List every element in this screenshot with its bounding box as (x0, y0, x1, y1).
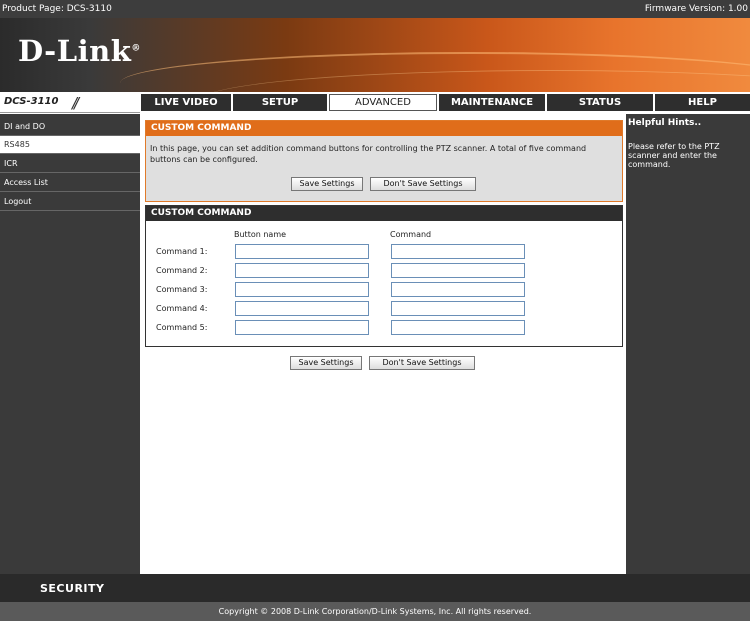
command-2-button-name-input[interactable] (235, 263, 369, 278)
save-settings-button[interactable]: Save Settings (290, 356, 362, 370)
command-1-button-name-input[interactable] (235, 244, 369, 259)
tab-advanced[interactable]: ADVANCED (329, 94, 437, 111)
command-3-button-name-input[interactable] (235, 282, 369, 297)
copyright-text: Copyright © 2008 D-Link Corporation/D-Li… (0, 602, 750, 621)
tab-help[interactable]: HELP (655, 94, 750, 111)
sidebar-item-logout[interactable]: Logout (0, 193, 140, 211)
tab-maintenance[interactable]: MAINTENANCE (439, 94, 545, 111)
dlink-logo: D-Link® (18, 34, 141, 68)
command-3-command-input[interactable] (391, 282, 525, 297)
helpful-hints-panel: Helpful Hints.. Please refer to the PTZ … (626, 114, 750, 574)
product-page-label: Product Page: DCS-3110 (2, 4, 112, 14)
custom-command-form-panel: CUSTOM COMMAND Button name Command Comma… (145, 205, 623, 347)
sidebar-item-di-and-do[interactable]: DI and DO (0, 118, 140, 136)
sidebar-item-icr[interactable]: ICR (0, 155, 140, 173)
column-header-command: Command (390, 230, 432, 239)
top-bar: Product Page: DCS-3110 Firmware Version:… (0, 0, 750, 18)
model-name: DCS-3110 (4, 96, 59, 107)
custom-command-intro-panel: CUSTOM COMMAND In this page, you can set… (145, 120, 623, 202)
firmware-version-label: Firmware Version: 1.00 (644, 4, 748, 14)
footer-bar: SECURITY (0, 574, 750, 602)
hints-title: Helpful Hints.. (628, 118, 702, 128)
tab-status[interactable]: STATUS (547, 94, 653, 111)
save-settings-button[interactable]: Save Settings (291, 177, 363, 191)
section-header: CUSTOM COMMAND (146, 121, 622, 136)
command-2-command-input[interactable] (391, 263, 525, 278)
command-5-button-name-input[interactable] (235, 320, 369, 335)
dont-save-settings-button[interactable]: Don't Save Settings (369, 356, 475, 370)
section-header: CUSTOM COMMAND (146, 206, 622, 221)
security-label: SECURITY (40, 582, 105, 595)
sidebar-item-access-list[interactable]: Access List (0, 174, 140, 192)
model-label: DCS-3110 // (0, 92, 140, 113)
command-row-label: Command 3: (156, 285, 208, 294)
command-row-label: Command 1: (156, 247, 208, 256)
column-header-button-name: Button name (234, 230, 287, 239)
command-4-command-input[interactable] (391, 301, 525, 316)
dont-save-settings-button[interactable]: Don't Save Settings (370, 177, 476, 191)
command-4-button-name-input[interactable] (235, 301, 369, 316)
tab-live-video[interactable]: LIVE VIDEO (141, 94, 231, 111)
tab-setup[interactable]: SETUP (233, 94, 327, 111)
command-row-label: Command 2: (156, 266, 208, 275)
model-slashes: // (72, 94, 79, 112)
hints-text: Please refer to the PTZ scanner and ente… (628, 142, 720, 169)
command-row-label: Command 4: (156, 304, 208, 313)
brand-banner: D-Link® (0, 18, 750, 92)
command-1-command-input[interactable] (391, 244, 525, 259)
command-row-label: Command 5: (156, 323, 208, 332)
sidebar-item-rs485[interactable]: RS485 (0, 136, 140, 154)
intro-text: In this page, you can set addition comma… (150, 144, 587, 164)
command-5-command-input[interactable] (391, 320, 525, 335)
